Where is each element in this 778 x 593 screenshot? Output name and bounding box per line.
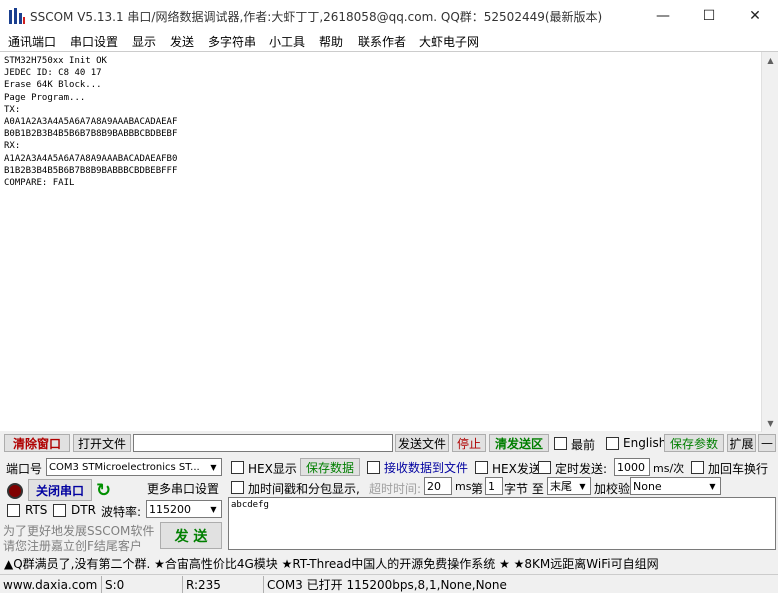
- menu-display[interactable]: 显示: [132, 33, 156, 50]
- status-port-info: COM3 已打开 115200bps,8,1,None,None: [263, 576, 778, 593]
- interval-unit: ms/次: [653, 462, 685, 475]
- receive-text: STM32H750xx Init OK JEDEC ID: C8 40 17 E…: [4, 56, 178, 189]
- dtr-checkbox[interactable]: [53, 504, 66, 517]
- close-button[interactable]: ✕: [732, 0, 778, 31]
- english-checkbox[interactable]: [606, 437, 619, 450]
- menu-bar: 通讯端口 串口设置 显示 发送 多字符串 小工具 帮助 联系作者 大虾电子网: [0, 31, 778, 51]
- timed-send-checkbox[interactable]: [538, 461, 551, 474]
- topmost-checkbox[interactable]: [554, 437, 567, 450]
- menu-multi-string[interactable]: 多字符串: [208, 33, 256, 50]
- checksum-select-value: None: [633, 479, 662, 493]
- send-textarea[interactable]: abcdefg: [228, 497, 776, 550]
- hex-send-checkbox[interactable]: [475, 461, 488, 474]
- chevron-down-icon[interactable]: ▼: [206, 459, 221, 475]
- status-website[interactable]: www.daxia.com: [0, 576, 100, 593]
- scroll-up-icon[interactable]: ▲: [762, 52, 778, 69]
- save-data-button[interactable]: 保存数据: [300, 458, 360, 476]
- end-select[interactable]: 末尾 ▼: [547, 477, 591, 495]
- receive-area[interactable]: STM32H750xx Init OK JEDEC ID: C8 40 17 E…: [0, 51, 778, 432]
- save-params-button[interactable]: 保存参数: [664, 434, 724, 452]
- checksum-label: 加校验: [594, 482, 631, 496]
- timeout-label: 超时时间:: [369, 482, 422, 496]
- end-select-value: 末尾: [550, 480, 572, 493]
- add-crlf-label: 加回车换行: [708, 462, 769, 476]
- menu-contact-author[interactable]: 联系作者: [358, 33, 406, 50]
- maximize-button[interactable]: ☐: [686, 0, 732, 31]
- title-bar: SSCOM V5.13.1 串口/网络数据调试器,作者:大虾丁丁,2618058…: [0, 0, 778, 31]
- clear-send-button[interactable]: 清发送区: [489, 434, 549, 452]
- send-button[interactable]: 发 送: [160, 522, 222, 549]
- hex-send-label: HEX发送: [492, 462, 541, 476]
- clear-window-button[interactable]: 清除窗口: [4, 434, 70, 452]
- english-label: English: [623, 436, 667, 450]
- more-settings-link[interactable]: 更多串口设置: [147, 480, 219, 497]
- add-crlf-checkbox[interactable]: [691, 461, 704, 474]
- timeout-unit: ms: [455, 480, 472, 493]
- news-ticker[interactable]: ▲Q群满员了,没有第二个群. ★合宙高性价比4G模块 ★RT-Thread中国人…: [0, 553, 778, 573]
- port-select-value: COM3 STMicroelectronics ST...: [49, 461, 200, 473]
- menu-tools[interactable]: 小工具: [269, 33, 305, 50]
- status-bar: www.daxia.com S:0 R:235 COM3 已打开 115200b…: [0, 574, 778, 593]
- menu-daxia-site[interactable]: 大虾电子网: [419, 33, 479, 50]
- baud-select[interactable]: 115200 ▼: [146, 500, 222, 518]
- byte-to-label: 字节 至: [504, 482, 544, 496]
- refresh-icon[interactable]: ↻: [96, 480, 111, 501]
- interval-input[interactable]: 1000: [614, 458, 650, 476]
- collapse-button[interactable]: —: [758, 434, 776, 452]
- dtr-label: DTR: [71, 503, 96, 517]
- file-path-input[interactable]: [133, 434, 393, 452]
- timeout-input[interactable]: 20: [424, 477, 452, 495]
- receive-scrollbar[interactable]: ▲ ▼: [761, 52, 778, 432]
- timed-send-label: 定时发送:: [555, 462, 608, 476]
- window-title: SSCOM V5.13.1 串口/网络数据调试器,作者:大虾丁丁,2618058…: [30, 10, 603, 24]
- segment-label: 第: [471, 482, 484, 496]
- app-logo-icon: [9, 8, 25, 24]
- topmost-label: 最前: [571, 438, 596, 452]
- stop-button[interactable]: 停止: [452, 434, 486, 452]
- port-label: 端口号: [6, 462, 43, 476]
- menu-send[interactable]: 发送: [170, 33, 194, 50]
- expand-button[interactable]: 扩展: [727, 434, 756, 452]
- close-port-button[interactable]: 关闭串口: [28, 479, 92, 501]
- open-file-button[interactable]: 打开文件: [73, 434, 131, 452]
- minimize-button[interactable]: —: [640, 0, 686, 31]
- port-status-icon: [7, 483, 23, 499]
- baud-label: 波特率:: [101, 505, 142, 519]
- rts-checkbox[interactable]: [7, 504, 20, 517]
- baud-select-value: 115200: [149, 502, 191, 516]
- menu-help[interactable]: 帮助: [319, 33, 343, 50]
- menu-comm-port[interactable]: 通讯端口: [8, 33, 56, 50]
- chevron-down-icon[interactable]: ▼: [206, 501, 221, 517]
- hex-display-label: HEX显示: [248, 462, 297, 476]
- chevron-down-icon[interactable]: ▼: [575, 478, 590, 494]
- recv-to-file-checkbox[interactable]: [367, 461, 380, 474]
- promo-line2: 请您注册嘉立创F结尾客户: [3, 539, 142, 553]
- scroll-down-icon[interactable]: ▼: [762, 415, 778, 432]
- menu-serial-settings[interactable]: 串口设置: [70, 33, 118, 50]
- checksum-select[interactable]: None ▼: [630, 477, 721, 495]
- segment-input[interactable]: 1: [485, 477, 503, 495]
- status-sent-count: S:0: [101, 576, 181, 593]
- port-select[interactable]: COM3 STMicroelectronics ST... ▼: [46, 458, 222, 476]
- status-received-count: R:235: [182, 576, 262, 593]
- chevron-down-icon[interactable]: ▼: [705, 478, 720, 494]
- send-file-button[interactable]: 发送文件: [395, 434, 449, 452]
- timestamp-label: 加时间戳和分包显示,: [248, 482, 360, 496]
- hex-display-checkbox[interactable]: [231, 461, 244, 474]
- rts-label: RTS: [25, 503, 48, 517]
- recv-to-file-label[interactable]: 接收数据到文件: [384, 459, 468, 476]
- timestamp-checkbox[interactable]: [231, 481, 244, 494]
